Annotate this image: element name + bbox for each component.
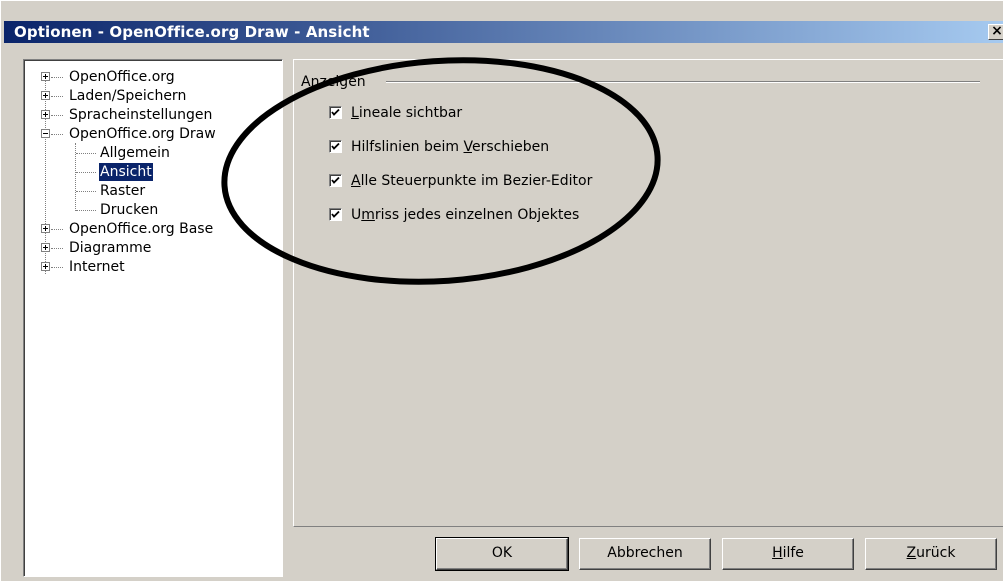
- tree-connector: [76, 172, 96, 174]
- tree-item-drucken[interactable]: Drucken: [24, 201, 279, 219]
- options-page: [293, 59, 1003, 527]
- tree-item-internet[interactable]: Internet: [24, 258, 279, 276]
- tree-connector: [76, 153, 96, 155]
- back-button[interactable]: Zurück: [865, 538, 997, 570]
- checkbox-label: Hilfslinien beim Verschieben: [351, 139, 550, 155]
- title-bar[interactable]: Optionen - OpenOffice.org Draw - Ansicht…: [4, 21, 1003, 43]
- checkbox-checked-icon[interactable]: [329, 208, 342, 221]
- tree-item-allgemein[interactable]: Allgemein: [24, 144, 279, 162]
- window-title: Optionen - OpenOffice.org Draw - Ansicht: [14, 23, 370, 41]
- ok-button[interactable]: OK: [435, 537, 569, 571]
- expand-plus-icon[interactable]: [41, 262, 50, 271]
- options-tree[interactable]: OpenOffice.org Laden/Speichern Sprachein…: [23, 59, 283, 577]
- tree-connector: [51, 267, 63, 269]
- tree-item-raster[interactable]: Raster: [24, 182, 279, 200]
- checkbox-label: Lineale sichtbar: [351, 105, 463, 121]
- tree-connector: [76, 210, 96, 212]
- tree-item-label-selected: Ansicht: [99, 163, 153, 181]
- close-icon: ×: [991, 24, 1003, 39]
- group-label-anzeigen: Anzeigen: [301, 74, 370, 90]
- cancel-button[interactable]: Abbrechen: [579, 538, 711, 570]
- expand-plus-icon[interactable]: [41, 91, 50, 100]
- expand-plus-icon[interactable]: [41, 224, 50, 233]
- expand-plus-icon[interactable]: [41, 72, 50, 81]
- checkbox-label: Umriss jedes einzelnen Objektes: [351, 207, 580, 223]
- tree-item-diagramme[interactable]: Diagramme: [24, 239, 279, 257]
- tree-item-label: Allgemein: [100, 145, 170, 161]
- help-button[interactable]: Hilfe: [722, 538, 854, 570]
- tree-item-label: Internet: [69, 259, 125, 275]
- tree-connector: [51, 96, 63, 98]
- tree-connector: [51, 115, 63, 117]
- close-button[interactable]: ×: [988, 24, 1003, 40]
- tree-item-openoffice[interactable]: OpenOffice.org: [24, 68, 279, 86]
- tree-item-draw[interactable]: OpenOffice.org Draw: [24, 125, 279, 143]
- options-dialog: Optionen - OpenOffice.org Draw - Ansicht…: [0, 0, 1003, 581]
- expand-plus-icon[interactable]: [41, 110, 50, 119]
- tree-item-label: Laden/Speichern: [69, 88, 187, 104]
- tree-item-label: Raster: [100, 183, 146, 199]
- checkbox-checked-icon[interactable]: [329, 106, 342, 119]
- tree-item-base[interactable]: OpenOffice.org Base: [24, 220, 279, 238]
- tree-item-label: OpenOffice.org Base: [69, 221, 214, 237]
- collapse-minus-icon[interactable]: [41, 129, 50, 138]
- tree-connector: [51, 248, 63, 250]
- tree-connector: [76, 191, 96, 193]
- checkbox-label: Alle Steuerpunkte im Bezier-Editor: [351, 173, 593, 189]
- tree-item-spracheinstellungen[interactable]: Spracheinstellungen: [24, 106, 279, 124]
- tree-connector: [51, 77, 63, 79]
- checkbox-checked-icon[interactable]: [329, 174, 342, 187]
- expand-plus-icon[interactable]: [41, 243, 50, 252]
- tree-item-label: OpenOffice.org Draw: [69, 126, 216, 142]
- checkbox-checked-icon[interactable]: [329, 140, 342, 153]
- tree-item-label: Drucken: [100, 202, 159, 218]
- tree-item-label: Spracheinstellungen: [69, 107, 213, 123]
- tree-item-ansicht[interactable]: Ansicht: [24, 163, 279, 181]
- tree-item-laden-speichern[interactable]: Laden/Speichern: [24, 87, 279, 105]
- tree-item-label: OpenOffice.org: [69, 69, 175, 85]
- tree-connector: [51, 134, 63, 136]
- tree-item-label: Diagramme: [69, 240, 152, 256]
- tree-connector: [51, 229, 63, 231]
- group-separator: [386, 81, 980, 83]
